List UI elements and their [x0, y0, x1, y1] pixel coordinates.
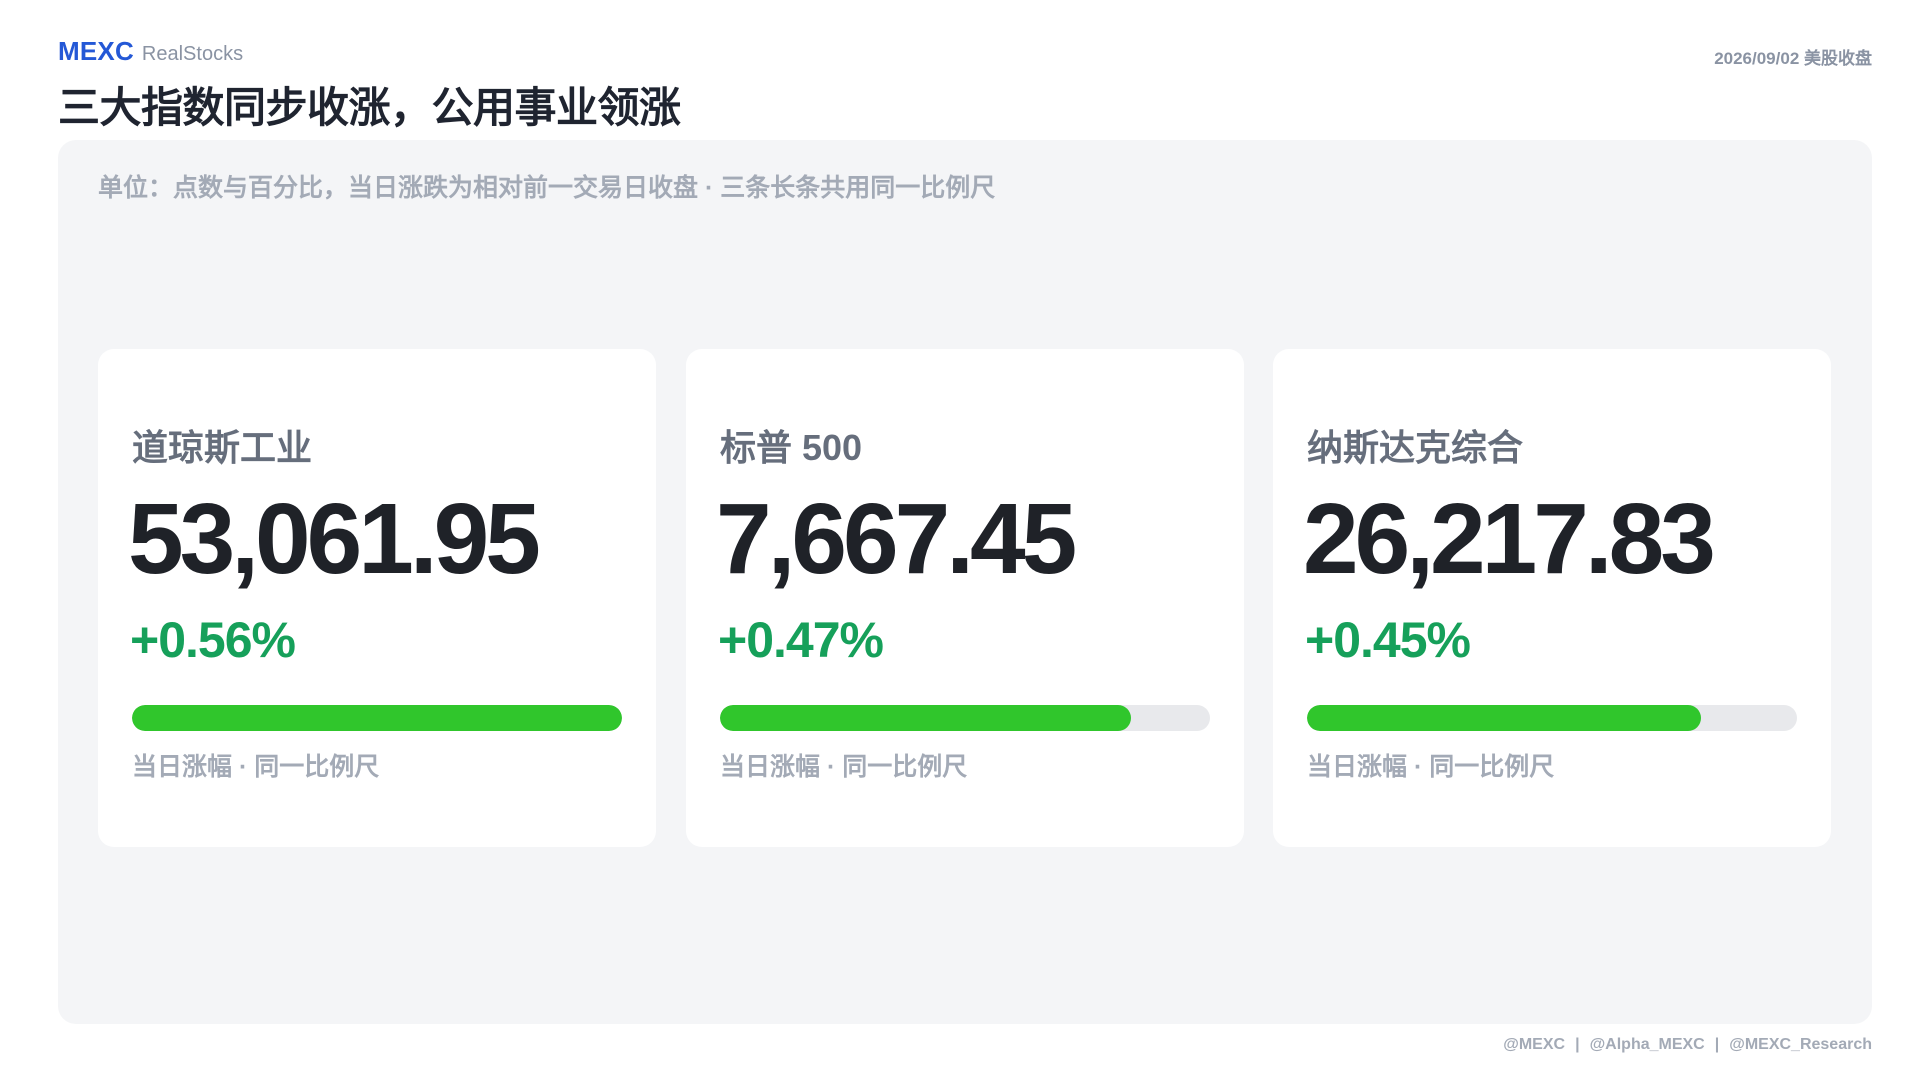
footer-handle[interactable]: @MEXC — [1503, 1036, 1565, 1054]
footer-separator: | — [1575, 1036, 1580, 1053]
index-value: 53,061.95 — [128, 483, 541, 595]
brand-name: MEXC — [58, 36, 134, 66]
index-change: +0.47% — [718, 612, 884, 668]
brand-product: RealStocks — [141, 43, 244, 65]
index-card-dow: 道琼斯工业 53,061.95 +0.56% 当日涨幅 · 同一比例尺 — [98, 349, 656, 847]
bar-caption: 当日涨幅 · 同一比例尺 — [132, 753, 380, 781]
footer-separator: | — [1714, 1036, 1720, 1053]
bar-track — [720, 705, 1210, 731]
index-name: 纳斯达克综合 — [1307, 427, 1524, 468]
brand-logo: MEXC RealStocks — [58, 36, 243, 67]
bar-caption: 当日涨幅 · 同一比例尺 — [720, 753, 968, 781]
bar-fill — [132, 705, 622, 731]
bar-fill — [720, 705, 1132, 731]
index-card-nasdaq: 纳斯达克综合 26,217.83 +0.45% 当日涨幅 · 同一比例尺 — [1273, 349, 1831, 847]
footer-handles: @MEXC | @Alpha_MEXC | @MEXC_Research — [1503, 1036, 1872, 1054]
footer-handle[interactable]: @Alpha_MEXC — [1590, 1036, 1705, 1054]
page-title: 三大指数同步收涨，公用事业领涨 — [58, 84, 681, 131]
date-label: 2026/09/02 美股收盘 — [1714, 49, 1872, 68]
index-name: 道琼斯工业 — [132, 427, 313, 468]
index-change: +0.45% — [1305, 612, 1471, 668]
bar-track — [132, 705, 622, 731]
unit-note: 单位：点数与百分比，当日涨跌为相对前一交易日收盘 · 三条长条共用同一比例尺 — [98, 174, 996, 202]
page: MEXC RealStocks 2026/09/02 美股收盘 三大指数同步收涨… — [0, 0, 1920, 1080]
index-card-sp500: 标普 500 7,667.45 +0.47% 当日涨幅 · 同一比例尺 — [686, 349, 1244, 847]
footer-handle[interactable]: @MEXC_Research — [1729, 1036, 1872, 1054]
bar-fill — [1307, 705, 1701, 731]
index-value: 7,667.45 — [716, 483, 1077, 595]
bar-caption: 当日涨幅 · 同一比例尺 — [1307, 753, 1555, 781]
bar-track — [1307, 705, 1797, 731]
index-value: 26,217.83 — [1303, 483, 1716, 595]
index-name: 标普 500 — [720, 427, 863, 468]
index-change: +0.56% — [130, 612, 296, 668]
chart-panel: 单位：点数与百分比，当日涨跌为相对前一交易日收盘 · 三条长条共用同一比例尺 道… — [58, 140, 1872, 1024]
